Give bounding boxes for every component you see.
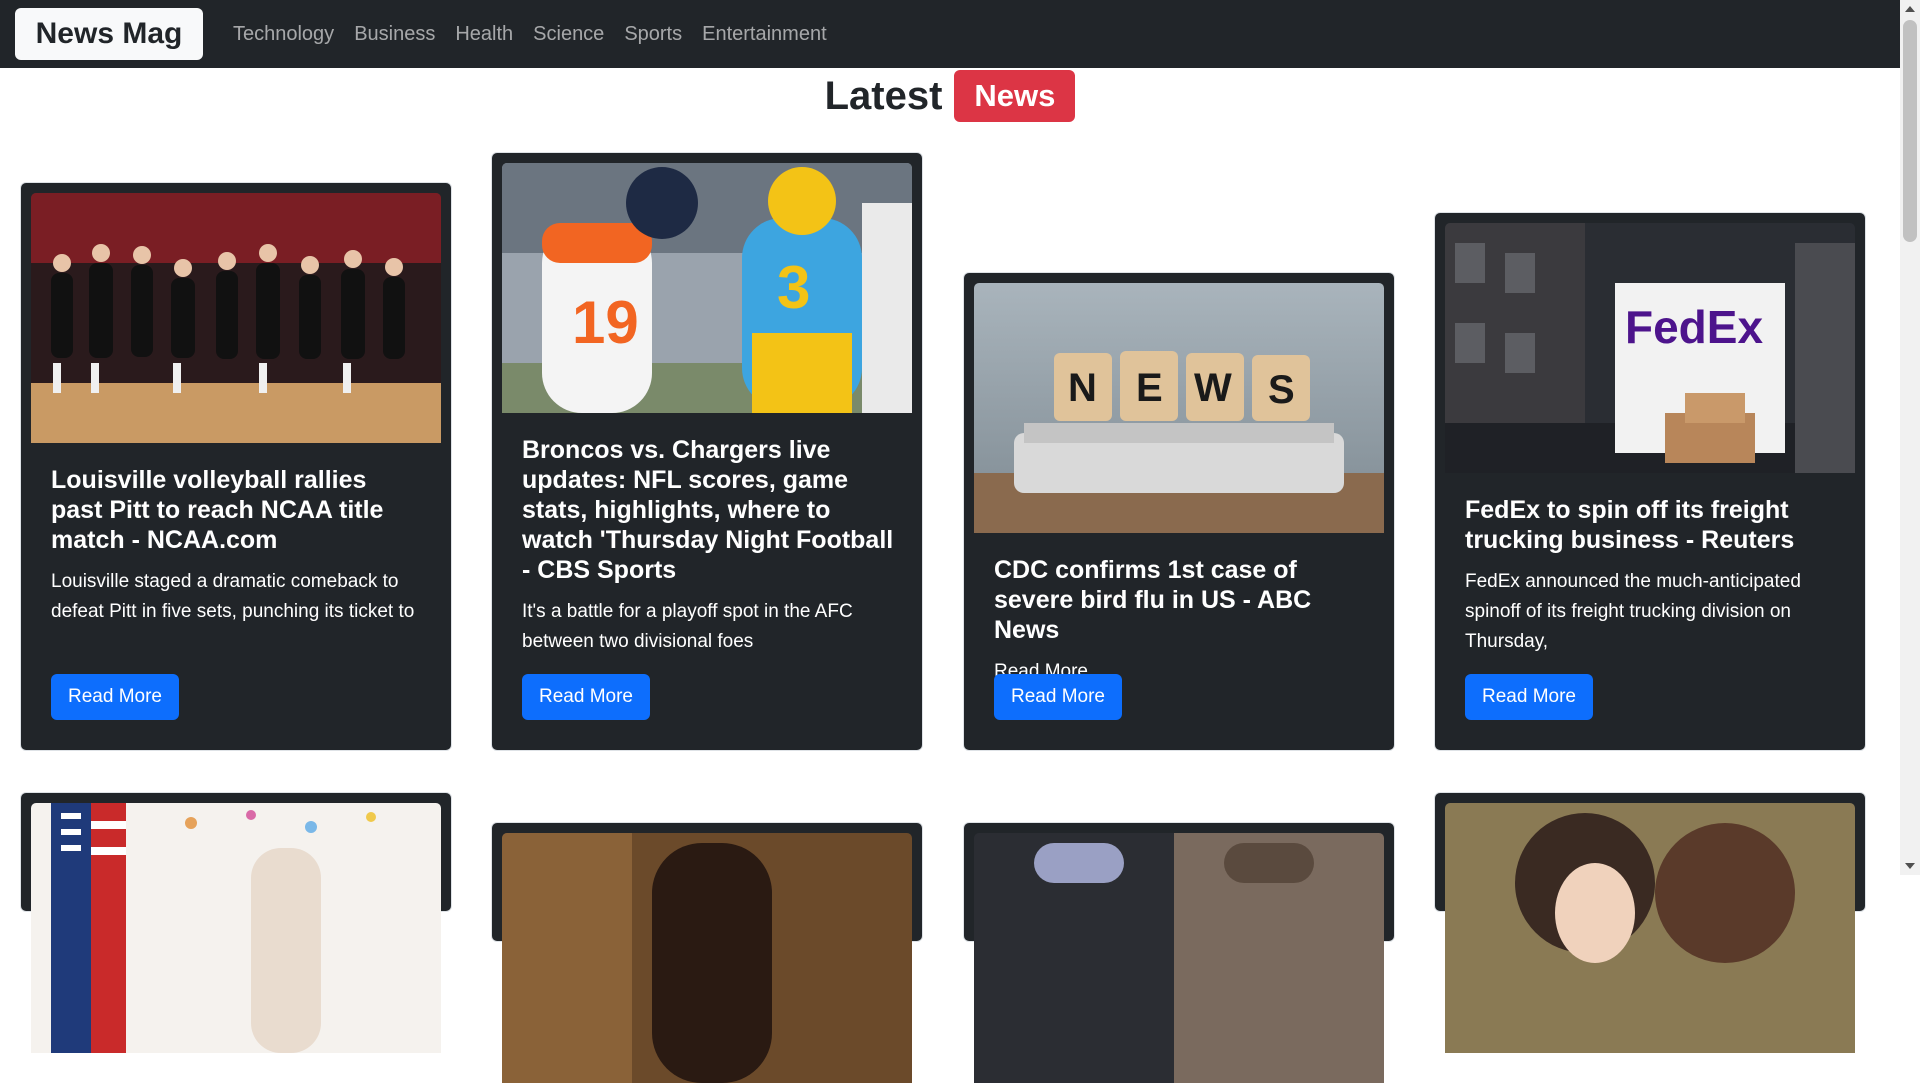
scroll-up-arrow-icon[interactable]	[1905, 6, 1915, 12]
card-body: Louisville volleyball rallies past Pitt …	[51, 465, 423, 627]
card-description: FedEx announced the much-anticipated spi…	[1465, 571, 1801, 652]
read-more-button[interactable]: Read More	[994, 674, 1122, 720]
navbar: News Mag Technology Business Health Scie…	[0, 0, 1900, 68]
news-card: FedEx FedEx to spin off its freight truc…	[1434, 212, 1866, 751]
svg-text:3: 3	[777, 254, 810, 321]
nav-link-sports[interactable]: Sports	[624, 23, 682, 46]
read-more-button[interactable]: Read More	[1465, 674, 1593, 720]
card-body: CDC confirms 1st case of severe bird flu…	[994, 555, 1366, 687]
svg-text:N: N	[1068, 366, 1097, 410]
nav-link-entertainment[interactable]: Entertainment	[702, 23, 827, 46]
card-title[interactable]: CDC confirms 1st case of severe bird flu…	[994, 555, 1366, 645]
card-image: FedEx	[1445, 223, 1855, 473]
card-image	[1445, 803, 1855, 1053]
card-image: 19 3	[502, 163, 912, 413]
svg-text:S: S	[1268, 368, 1295, 412]
svg-text:19: 19	[572, 289, 639, 356]
news-card	[963, 822, 1395, 1083]
nav-link-health[interactable]: Health	[455, 23, 513, 46]
card-body: Broncos vs. Chargers live updates: NFL s…	[522, 435, 894, 657]
page-scrollbar[interactable]	[1900, 0, 1920, 875]
scroll-thumb[interactable]	[1903, 20, 1917, 242]
card-image	[31, 803, 441, 1053]
news-card: N E W S CDC confirms 1st case of severe …	[963, 272, 1395, 751]
brand-logo[interactable]: News Mag	[15, 8, 203, 60]
svg-text:W: W	[1194, 366, 1232, 410]
news-card: 19 3 Broncos vs. Chargers live updates: …	[491, 152, 923, 751]
card-image	[502, 833, 912, 1083]
card-image	[974, 833, 1384, 1083]
card-image: N E W S	[974, 283, 1384, 533]
card-title[interactable]: FedEx to spin off its freight trucking b…	[1465, 495, 1837, 555]
heading-text: Latest	[824, 73, 943, 118]
page-heading: Latest News	[0, 70, 1900, 122]
card-body: FedEx to spin off its freight trucking b…	[1465, 495, 1837, 657]
nav-link-science[interactable]: Science	[533, 23, 604, 46]
card-title[interactable]: Broncos vs. Chargers live updates: NFL s…	[522, 435, 894, 585]
card-description: It's a battle for a playoff spot in the …	[522, 601, 853, 652]
scroll-down-arrow-icon[interactable]	[1905, 863, 1915, 869]
news-card	[20, 792, 452, 1053]
nav-link-business[interactable]: Business	[354, 23, 435, 46]
svg-text:E: E	[1136, 366, 1163, 410]
news-card	[1434, 792, 1866, 1053]
card-image	[31, 193, 441, 443]
read-more-button[interactable]: Read More	[522, 674, 650, 720]
nav-links: Technology Business Health Science Sport…	[233, 23, 847, 46]
fedex-logo: FedEx	[1625, 301, 1763, 353]
news-badge: News	[954, 70, 1076, 122]
card-description: Louisville staged a dramatic comeback to…	[51, 571, 415, 622]
card-title[interactable]: Louisville volleyball rallies past Pitt …	[51, 465, 423, 555]
nav-link-technology[interactable]: Technology	[233, 23, 334, 46]
news-card: Louisville volleyball rallies past Pitt …	[20, 182, 452, 751]
read-more-button[interactable]: Read More	[51, 674, 179, 720]
news-card	[491, 822, 923, 1083]
